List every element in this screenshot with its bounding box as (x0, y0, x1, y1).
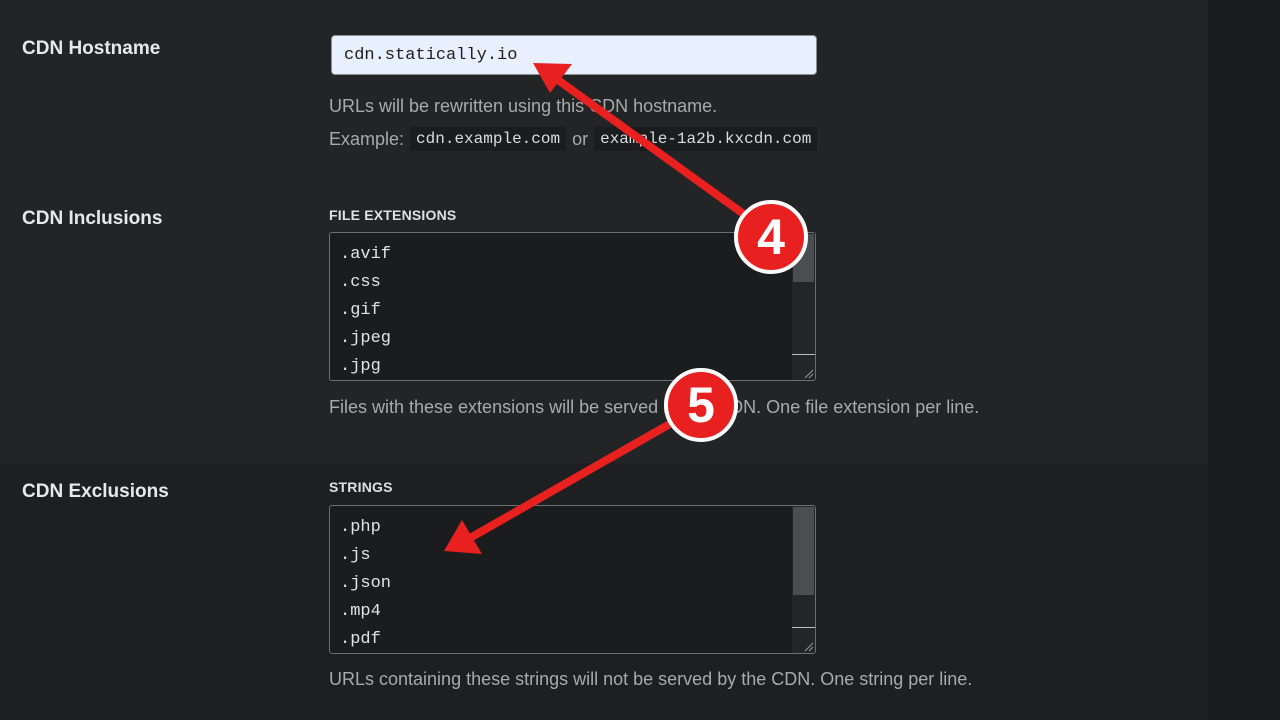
resize-grip-icon[interactable] (804, 642, 814, 652)
scrollbar-thumb[interactable] (793, 507, 814, 595)
cdn-exclusions-label: CDN Exclusions (22, 481, 169, 502)
file-extensions-lines: .avif .css .gif .jpeg .jpg (340, 241, 392, 380)
scrollbar-divider (792, 627, 815, 628)
textarea-line: .js (340, 546, 371, 565)
textarea-line: .pdf (340, 630, 381, 649)
cdn-inclusions-description: Files with these extensions will be serv… (329, 397, 980, 417)
strings-sublabel: STRINGS (329, 479, 393, 495)
textarea-line: .gif (340, 301, 381, 320)
textarea-line: .json (340, 574, 392, 593)
step-badge-4: 4 (734, 200, 808, 274)
example-code-1: cdn.example.com (410, 127, 567, 151)
example-code-2: example-1a2b.kxcdn.com (594, 127, 818, 151)
strings-scrollbar[interactable] (792, 506, 815, 653)
right-gutter (1208, 0, 1280, 720)
cdn-hostname-input[interactable] (331, 35, 817, 75)
resize-grip-icon[interactable] (804, 369, 814, 379)
file-extensions-sublabel: FILE EXTENSIONS (329, 207, 457, 223)
cdn-inclusions-label: CDN Inclusions (22, 208, 163, 229)
cdn-exclusions-description: URLs containing these strings will not b… (329, 669, 973, 689)
textarea-line: .css (340, 273, 381, 292)
example-prefix: Example: (329, 128, 405, 149)
textarea-line: .jpg (340, 357, 381, 376)
step-badge-5: 5 (664, 368, 738, 442)
textarea-line: .php (340, 518, 381, 537)
example-or: or (572, 128, 589, 149)
textarea-line: .avif (340, 245, 392, 264)
scrollbar-divider (792, 354, 815, 355)
cdn-hostname-description: URLs will be rewritten using this CDN ho… (329, 96, 718, 116)
cdn-hostname-label: CDN Hostname (22, 38, 161, 59)
strings-textarea[interactable]: .php .js .json .mp4 .pdf (329, 505, 816, 654)
cdn-hostname-example: Example: cdn.example.com or example-1a2b… (329, 127, 818, 151)
textarea-line: .mp4 (340, 602, 381, 621)
textarea-line: .jpeg (340, 329, 392, 348)
strings-lines: .php .js .json .mp4 .pdf (340, 514, 392, 653)
